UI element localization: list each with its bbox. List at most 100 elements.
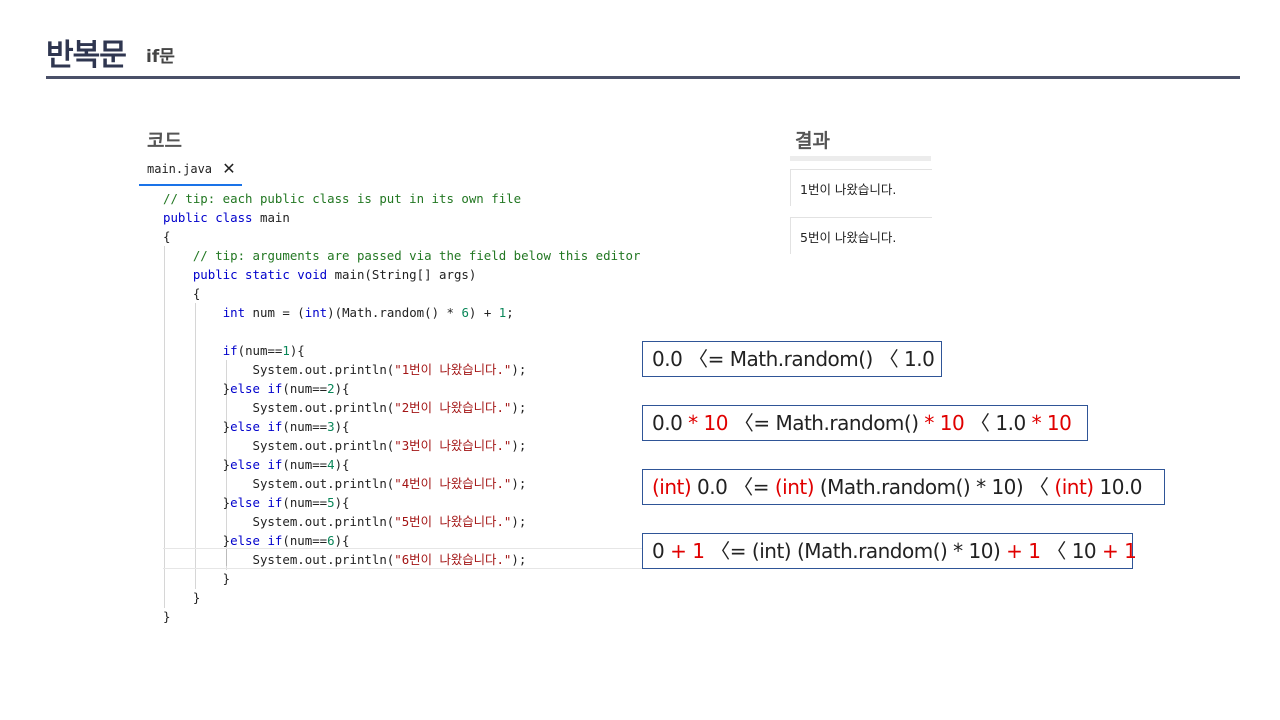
- result-text: 1번이 나왔습니다.: [800, 182, 897, 197]
- code-editor[interactable]: // tip: each public class is put in its …: [163, 189, 640, 626]
- equation-box-3: (int) 0.0 〈= (int) (Math.random() * 10) …: [642, 469, 1165, 505]
- code-token: // tip: each public class is put in its …: [163, 191, 522, 206]
- code-token: "5번이 나왔습니다.": [394, 514, 512, 529]
- equation-segment: * 10: [1031, 411, 1072, 435]
- equation-segment: (int): [1054, 475, 1094, 499]
- code-token: "1번이 나왔습니다.": [394, 362, 512, 377]
- code-token: "6번이 나왔습니다.": [394, 552, 512, 567]
- code-token: ){: [334, 457, 350, 472]
- code-token: }: [163, 495, 231, 510]
- code-line: }else if(num==4){: [163, 455, 640, 474]
- equation-segment: 0.0 〈= Math.random() 〈 1.0: [652, 347, 935, 371]
- code-token: 6: [327, 533, 335, 548]
- code-token: System.out.println(: [163, 552, 395, 567]
- title-divider: [46, 76, 1240, 79]
- code-token: 2: [327, 381, 335, 396]
- code-token: (num==: [282, 533, 328, 548]
- code-token: {: [163, 286, 201, 301]
- code-token: }: [163, 609, 171, 624]
- editor-tab-main-java[interactable]: main.java ✕: [139, 155, 242, 186]
- code-token: ){: [334, 381, 350, 396]
- code-token: );: [511, 400, 527, 415]
- code-token: // tip: arguments are passed via the fie…: [192, 248, 641, 263]
- code-line: System.out.println("4번이 나왔습니다.");: [163, 474, 640, 493]
- code-token: (num==: [282, 419, 328, 434]
- code-line: // tip: arguments are passed via the fie…: [163, 246, 641, 265]
- code-token: );: [511, 514, 527, 529]
- code-token: 6: [461, 305, 469, 320]
- code-token: }: [163, 381, 231, 396]
- code-token: (num==: [237, 343, 283, 358]
- equation-segment: 〈= (int) (Math.random() * 10): [704, 539, 1007, 563]
- code-token: 3: [327, 419, 335, 434]
- code-section-label: 코드: [147, 130, 182, 152]
- code-token: (num==: [282, 381, 328, 396]
- code-token: );: [511, 476, 527, 491]
- equation-segment: 〈 1.0: [964, 411, 1032, 435]
- equation-segment: 0: [652, 539, 671, 563]
- code-token: }: [163, 590, 201, 605]
- code-line: }else if(num==3){: [163, 417, 640, 436]
- code-token: if: [222, 343, 238, 358]
- code-token: ){: [334, 495, 350, 510]
- code-line: System.out.println("6번이 나왔습니다.");: [163, 550, 640, 569]
- code-token: public class: [163, 210, 253, 225]
- equation-segment: 0.0 〈=: [691, 475, 775, 499]
- code-line: System.out.println("5번이 나왔습니다.");: [163, 512, 640, 531]
- code-token: ){: [289, 343, 305, 358]
- code-line: }: [163, 607, 640, 626]
- equation-segment: * 10: [924, 411, 965, 435]
- code-token: (num==: [282, 495, 328, 510]
- code-token: );: [511, 362, 527, 377]
- equation-segment: + 1: [670, 539, 705, 563]
- equation-segment: (int): [652, 475, 692, 499]
- code-line: // tip: each public class is put in its …: [163, 189, 640, 208]
- code-token: ){: [334, 533, 350, 548]
- code-token: else if: [230, 419, 283, 434]
- active-tab-indicator: [139, 184, 242, 186]
- code-line: }else if(num==6){: [163, 531, 640, 550]
- code-line: public static void main(String[] args): [163, 265, 640, 284]
- code-token: System.out.println(: [163, 438, 395, 453]
- code-token: );: [511, 438, 527, 453]
- equation-segment: 〈= Math.random(): [727, 411, 925, 435]
- close-icon[interactable]: ✕: [219, 159, 239, 179]
- code-token: );: [511, 552, 527, 567]
- equation-segment: + 1: [1006, 539, 1041, 563]
- code-token: "4번이 나왔습니다.": [394, 476, 512, 491]
- code-token: ) +: [468, 305, 499, 320]
- code-line: }: [163, 569, 640, 588]
- code-token: )(Math.random() *: [327, 305, 462, 320]
- code-line: }: [163, 588, 640, 607]
- code-token: (num==: [282, 457, 328, 472]
- code-token: System.out.println(: [163, 514, 395, 529]
- code-line: System.out.println("2번이 나왔습니다.");: [163, 398, 640, 417]
- slide-title: 반복문: [46, 38, 127, 73]
- code-token: System.out.println(: [163, 400, 395, 415]
- equation-box-2: 0.0 * 10 〈= Math.random() * 10 〈 1.0 * 1…: [642, 405, 1088, 441]
- code-token: System.out.println(: [163, 476, 395, 491]
- code-token: System.out.println(: [163, 362, 395, 377]
- code-line: }else if(num==2){: [163, 379, 640, 398]
- code-token: 1: [282, 343, 290, 358]
- code-line: {: [163, 227, 640, 246]
- code-token: main: [252, 210, 290, 225]
- equation-box-1: 0.0 〈= Math.random() 〈 1.0: [642, 341, 942, 377]
- equation-box-4: 0 + 1 〈= (int) (Math.random() * 10) + 1 …: [642, 533, 1137, 569]
- code-line: {: [163, 284, 640, 303]
- code-token: {: [163, 229, 171, 244]
- code-token: public static void: [192, 267, 328, 282]
- equation-segment: 〈 10: [1040, 539, 1103, 563]
- result-section-label: 결과: [795, 130, 830, 152]
- equation-segment: (Math.random() * 10) 〈: [814, 475, 1055, 499]
- result-output-1: 1번이 나왔습니다.: [790, 169, 932, 206]
- result-text: 5번이 나왔습니다.: [800, 230, 897, 245]
- tab-filename: main.java: [147, 162, 213, 176]
- code-line: public class main: [163, 208, 640, 227]
- code-token: else if: [230, 381, 283, 396]
